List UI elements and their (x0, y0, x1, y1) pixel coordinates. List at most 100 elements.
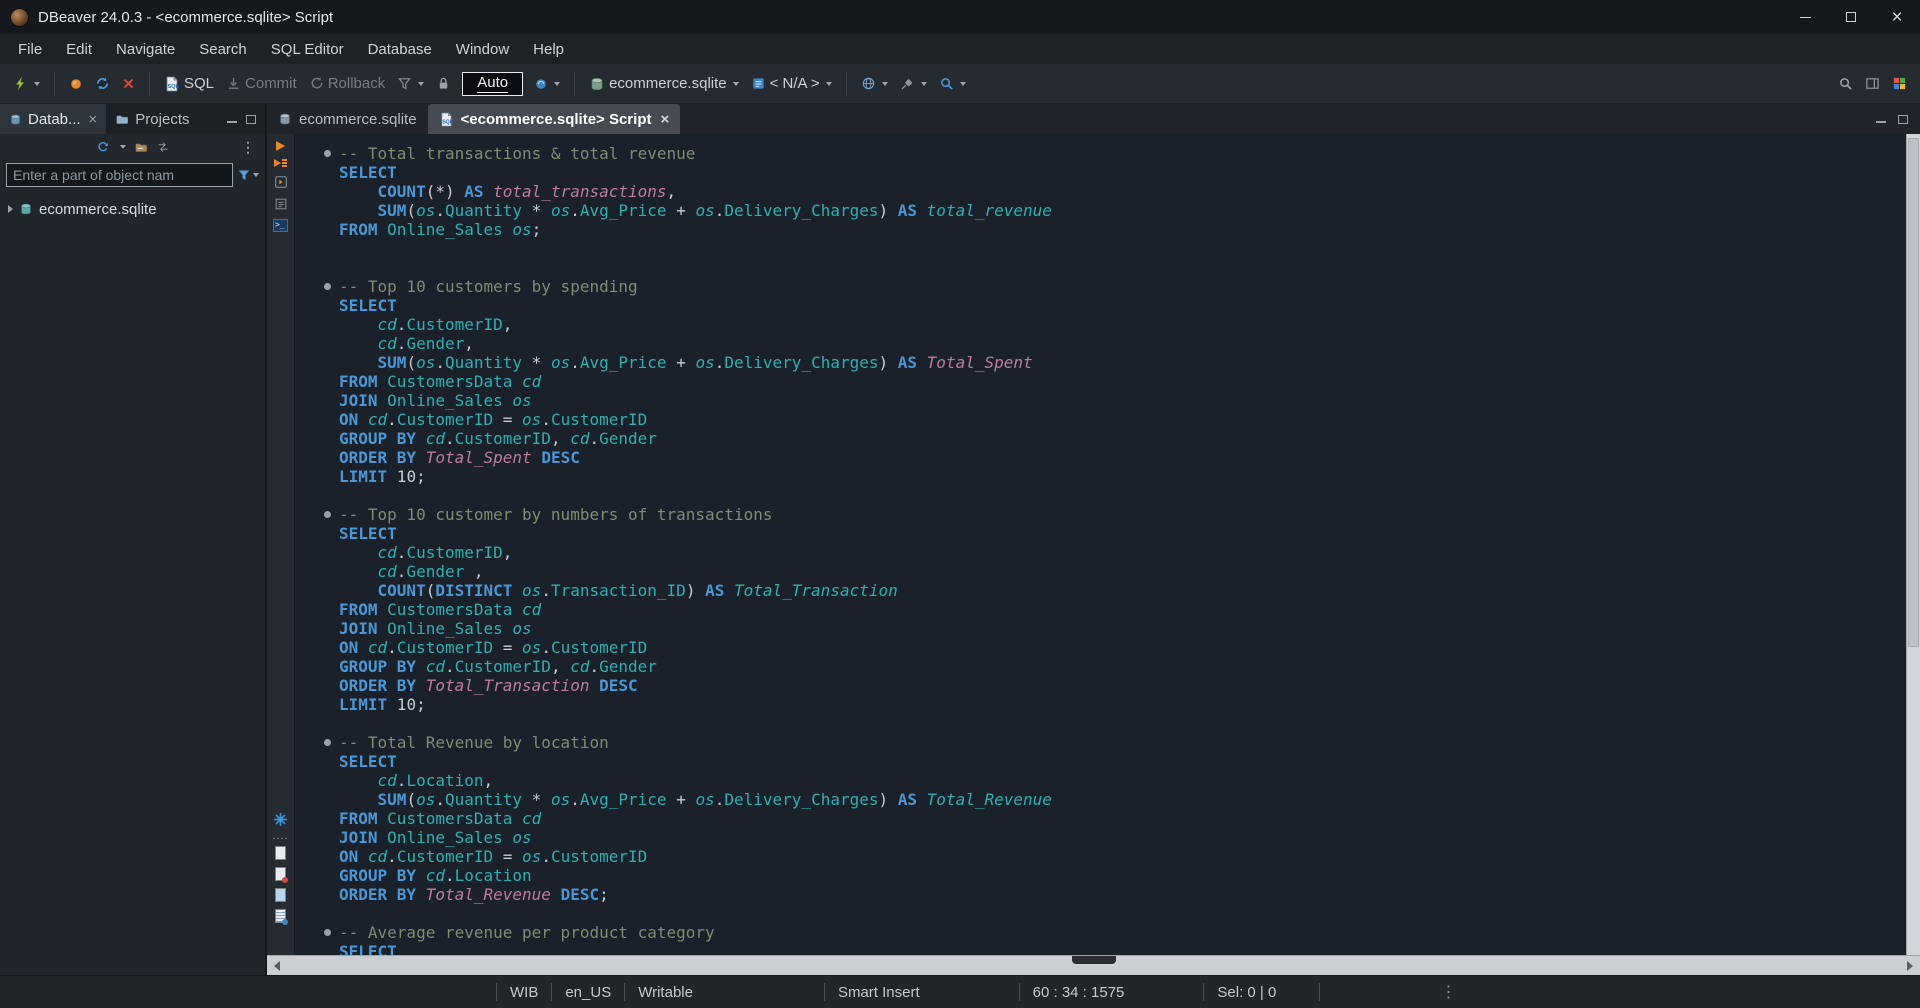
minimize-view-icon[interactable] (1876, 116, 1886, 123)
list-doc-icon[interactable] (274, 909, 288, 925)
disconnect-button[interactable] (117, 70, 140, 98)
tree-item-ecommerce-sqlite[interactable]: ecommerce.sqlite (0, 198, 265, 220)
sync-connection-button[interactable] (90, 70, 115, 98)
minimize-view-icon[interactable] (227, 116, 237, 123)
sql-code-area[interactable]: -- Total transactions & total revenue SEL… (295, 134, 1906, 955)
code-line: LIMIT 10; (339, 695, 426, 714)
maximize-view-icon[interactable] (1898, 114, 1908, 124)
tab-projects-label: Projects (135, 110, 190, 128)
code-line: FROM CustomersData cd (339, 809, 542, 828)
vertical-scrollbar[interactable] (1906, 134, 1920, 955)
tab-script-active[interactable]: SQL <ecommerce.sqlite> Script × (427, 104, 681, 134)
minimize-button[interactable] (1782, 0, 1828, 34)
code-line: cd.CustomerID, (377, 315, 513, 334)
code-line: ORDER BY Total_Transaction DESC (339, 676, 638, 695)
transaction-mode-button[interactable] (392, 70, 429, 98)
menu-search[interactable]: Search (187, 34, 259, 64)
tab-label: <ecommerce.sqlite> Script (460, 110, 652, 128)
link-editor-icon[interactable] (156, 141, 170, 153)
menu-file[interactable]: File (6, 34, 54, 64)
error-badge (281, 877, 288, 883)
code-line: cd.Location, (377, 771, 494, 790)
tab-ecommerce-sqlite[interactable]: ecommerce.sqlite (267, 104, 428, 134)
dbeaver-window: DBeaver 24.0.3 - <ecommerce.sqlite> Scri… (0, 0, 1920, 1008)
menu-edit[interactable]: Edit (54, 34, 104, 64)
chevron-down-icon (732, 81, 739, 86)
close-button[interactable]: × (1874, 0, 1920, 34)
chevron-down-icon (34, 81, 40, 86)
scroll-right-icon[interactable] (1907, 960, 1913, 971)
quick-search-button[interactable] (1833, 70, 1858, 98)
collapse-folder-icon[interactable] (134, 141, 148, 154)
connection-selector[interactable]: ecommerce.sqlite (584, 70, 744, 98)
chevron-down-icon (959, 81, 966, 86)
filter-settings-button[interactable] (237, 168, 259, 182)
object-filter-input[interactable] (6, 163, 233, 187)
splitter-handle[interactable] (1071, 956, 1116, 964)
transaction-mode-field[interactable]: Auto (462, 71, 524, 96)
network-profile-button[interactable] (895, 70, 932, 98)
menu-navigate[interactable]: Navigate (104, 34, 187, 64)
horizontal-scrollbar[interactable] (267, 955, 1920, 975)
tab-database-navigator[interactable]: Datab... × (0, 104, 107, 134)
tab-projects[interactable]: Projects (106, 104, 198, 134)
explain-plan-icon[interactable] (274, 197, 288, 211)
navigator-scope-button[interactable] (856, 70, 893, 98)
snowflake-icon[interactable] (273, 813, 287, 826)
code-line: JOIN Online_Sales os (339, 391, 532, 410)
perspective-button[interactable] (1887, 70, 1912, 98)
commit-button[interactable]: Commit (221, 70, 302, 98)
sql-editor-button[interactable]: SQL SQL (159, 70, 219, 98)
close-icon: × (1891, 6, 1903, 28)
open-sql-console-button[interactable] (64, 70, 88, 98)
selection-indicator: Sel: 0 | 0 (1217, 983, 1277, 1001)
code-line: COUNT(*) AS total_transactions, (377, 182, 677, 201)
statusbar-overflow-icon[interactable]: ⋮ (1440, 982, 1456, 1002)
close-icon[interactable]: × (660, 111, 669, 128)
blue-doc-icon[interactable] (274, 888, 286, 902)
scroll-left-icon[interactable] (274, 960, 280, 971)
execute-statement-icon[interactable] (276, 141, 285, 151)
code-line: LIMIT 10; (339, 467, 426, 486)
code-line: ORDER BY Total_Spent DESC (339, 448, 580, 467)
code-line: ORDER BY Total_Revenue DESC; (339, 885, 609, 904)
output-doc-icon[interactable] (274, 846, 286, 860)
menu-sql-editor[interactable]: SQL Editor (259, 34, 356, 64)
refresh-icon[interactable] (96, 140, 110, 154)
code-line: COUNT(DISTINCT os.Transaction_ID) AS Tot… (377, 581, 898, 600)
commit-mode-button[interactable] (529, 70, 565, 98)
sidebar-view-buttons (227, 104, 265, 134)
toggle-panel-button[interactable] (1860, 70, 1885, 98)
chevron-right-icon[interactable] (8, 205, 13, 213)
code-line: cd.CustomerID, (377, 543, 513, 562)
code-line: SELECT (339, 752, 397, 771)
schema-selector[interactable]: < N/A > (746, 70, 837, 98)
new-connection-button[interactable] (8, 70, 45, 98)
rollback-button[interactable]: Rollback (304, 70, 391, 98)
menu-window[interactable]: Window (444, 34, 521, 64)
schema-icon (751, 76, 766, 91)
code-line: cd.Gender , (377, 562, 484, 581)
console-icon[interactable]: >_ (273, 219, 288, 232)
cursor-position-indicator[interactable]: 60 : 34 : 1575 (1020, 984, 1138, 1001)
close-icon[interactable]: × (89, 111, 98, 128)
maximize-button[interactable] (1828, 0, 1874, 34)
execute-new-tab-icon[interactable] (274, 175, 288, 189)
object-search-button[interactable] (934, 70, 971, 98)
globe-icon (861, 76, 876, 91)
navigator-toolbar: ⋮ (0, 134, 265, 160)
editor-tabs: ecommerce.sqlite SQL <ecommerce.sqlite> … (267, 104, 1920, 134)
log-doc-icon[interactable] (274, 867, 288, 883)
view-menu-icon[interactable]: ⋮ (241, 139, 255, 156)
funnel-icon (397, 76, 412, 91)
code-line: GROUP BY cd.CustomerID, cd.Gender (339, 657, 657, 676)
vertical-scrollbar-thumb[interactable] (1908, 138, 1919, 648)
chevron-down-icon[interactable] (120, 145, 126, 149)
autocommit-lock-button[interactable] (431, 70, 456, 98)
menu-help[interactable]: Help (521, 34, 576, 64)
execute-script-icon[interactable] (274, 159, 287, 167)
tab-label: ecommerce.sqlite (299, 110, 417, 128)
maximize-view-icon[interactable] (246, 114, 256, 124)
menu-database[interactable]: Database (356, 34, 444, 64)
